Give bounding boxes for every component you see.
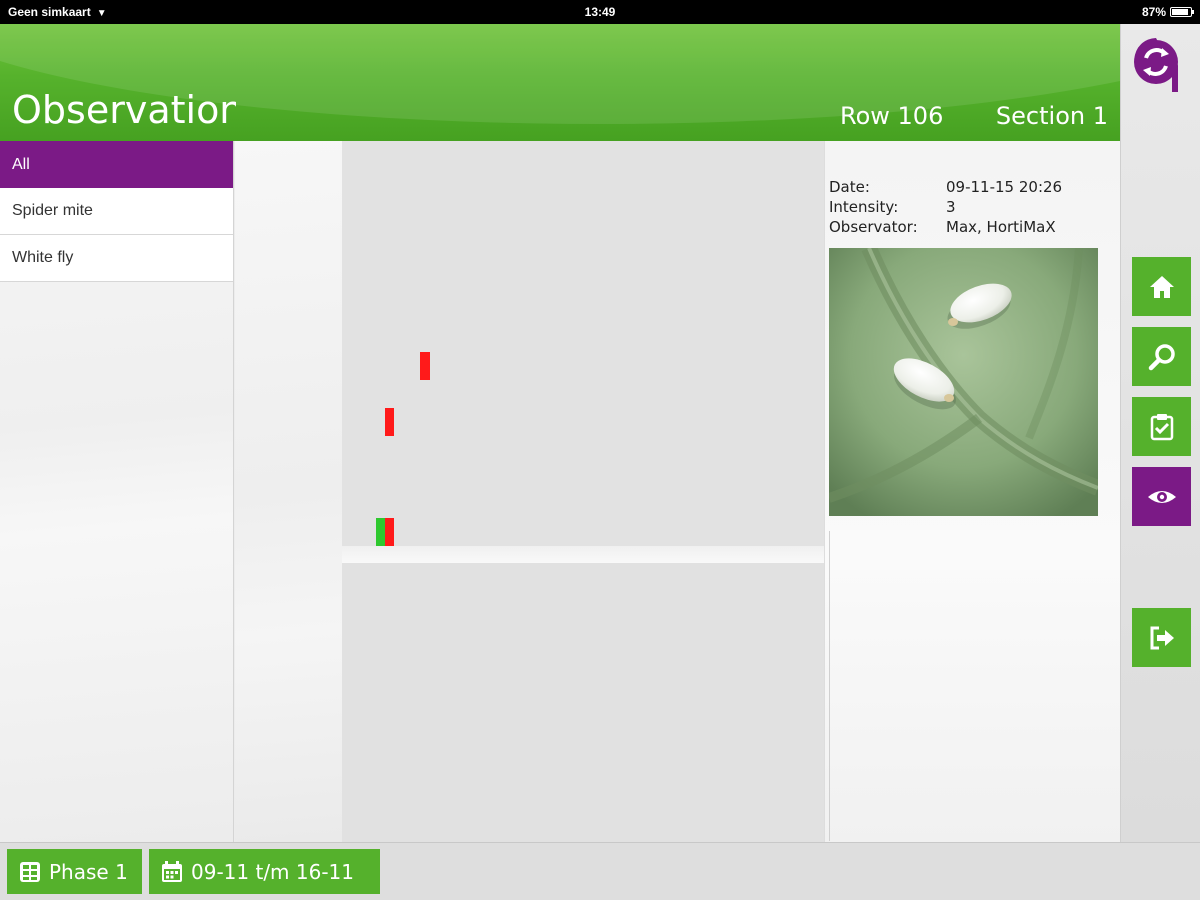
list-item-spider-mite[interactable]: Spider mite bbox=[0, 188, 233, 235]
battery-percent: 87% bbox=[1141, 5, 1166, 19]
phase-button[interactable]: Phase 1 bbox=[7, 849, 142, 894]
row-axis-area bbox=[235, 141, 342, 842]
status-right: 87% bbox=[1141, 5, 1194, 19]
header-bar: Observation Row 106 Section 1 bbox=[0, 24, 1120, 141]
observation-detail: Date: 09-11-15 20:26 Intensity: 3 Observ… bbox=[824, 141, 1120, 842]
observator-label: Observator: bbox=[829, 218, 918, 236]
observation-map[interactable] bbox=[342, 141, 824, 546]
detail-divider bbox=[829, 531, 830, 841]
calendar-icon bbox=[162, 860, 182, 882]
row-label: Row 106 bbox=[840, 102, 944, 130]
observation-marker[interactable] bbox=[420, 352, 430, 380]
logout-button[interactable] bbox=[1132, 608, 1191, 667]
clock-text: 13:49 bbox=[584, 5, 616, 19]
observation-marker[interactable] bbox=[376, 518, 385, 546]
list-item-label: Spider mite bbox=[12, 202, 93, 219]
panel-divider bbox=[342, 546, 824, 563]
lower-map-panel[interactable] bbox=[342, 563, 824, 842]
list-item-label: White fly bbox=[12, 249, 74, 266]
date-range-label: 09-11 t/m 16-11 bbox=[191, 859, 355, 884]
page-title: Observation bbox=[12, 88, 236, 132]
home-icon bbox=[1149, 275, 1174, 298]
status-bar: Geen simkaart ▼ 13:49 87% bbox=[0, 0, 1200, 24]
list-item-white-fly[interactable]: White fly bbox=[0, 235, 233, 282]
pest-category-list: All Spider mite White fly bbox=[0, 141, 234, 842]
search-icon bbox=[1148, 343, 1175, 370]
bottom-toolbar: Phase 1 09-11 t/m 16-11 bbox=[0, 842, 1200, 900]
list-item-all[interactable]: All bbox=[0, 141, 233, 188]
app-logo-icon[interactable] bbox=[1132, 34, 1180, 92]
checklist-icon bbox=[1150, 413, 1173, 440]
date-value: 09-11-15 20:26 bbox=[946, 178, 1063, 196]
observation-marker[interactable] bbox=[385, 518, 394, 546]
grid-icon bbox=[20, 861, 40, 882]
battery-icon bbox=[1170, 7, 1194, 17]
right-nav-rail bbox=[1120, 24, 1200, 842]
date-label: Date: bbox=[829, 178, 870, 196]
search-button[interactable] bbox=[1132, 327, 1191, 386]
section-label: Section 1 bbox=[995, 102, 1108, 130]
intensity-label: Intensity: bbox=[829, 198, 899, 216]
list-item-label: All bbox=[12, 155, 30, 173]
phase-label: Phase 1 bbox=[49, 859, 128, 884]
checklist-button[interactable] bbox=[1132, 397, 1191, 456]
observation-photo[interactable] bbox=[829, 248, 1098, 516]
observation-button[interactable] bbox=[1132, 467, 1191, 526]
eye-icon bbox=[1147, 490, 1176, 503]
observator-value: Max, HortiMaX bbox=[946, 218, 1056, 236]
observation-marker[interactable] bbox=[385, 408, 394, 436]
home-button[interactable] bbox=[1132, 257, 1191, 316]
date-range-button[interactable]: 09-11 t/m 16-11 bbox=[149, 849, 380, 894]
intensity-value: 3 bbox=[946, 198, 956, 216]
logout-icon bbox=[1150, 626, 1174, 649]
